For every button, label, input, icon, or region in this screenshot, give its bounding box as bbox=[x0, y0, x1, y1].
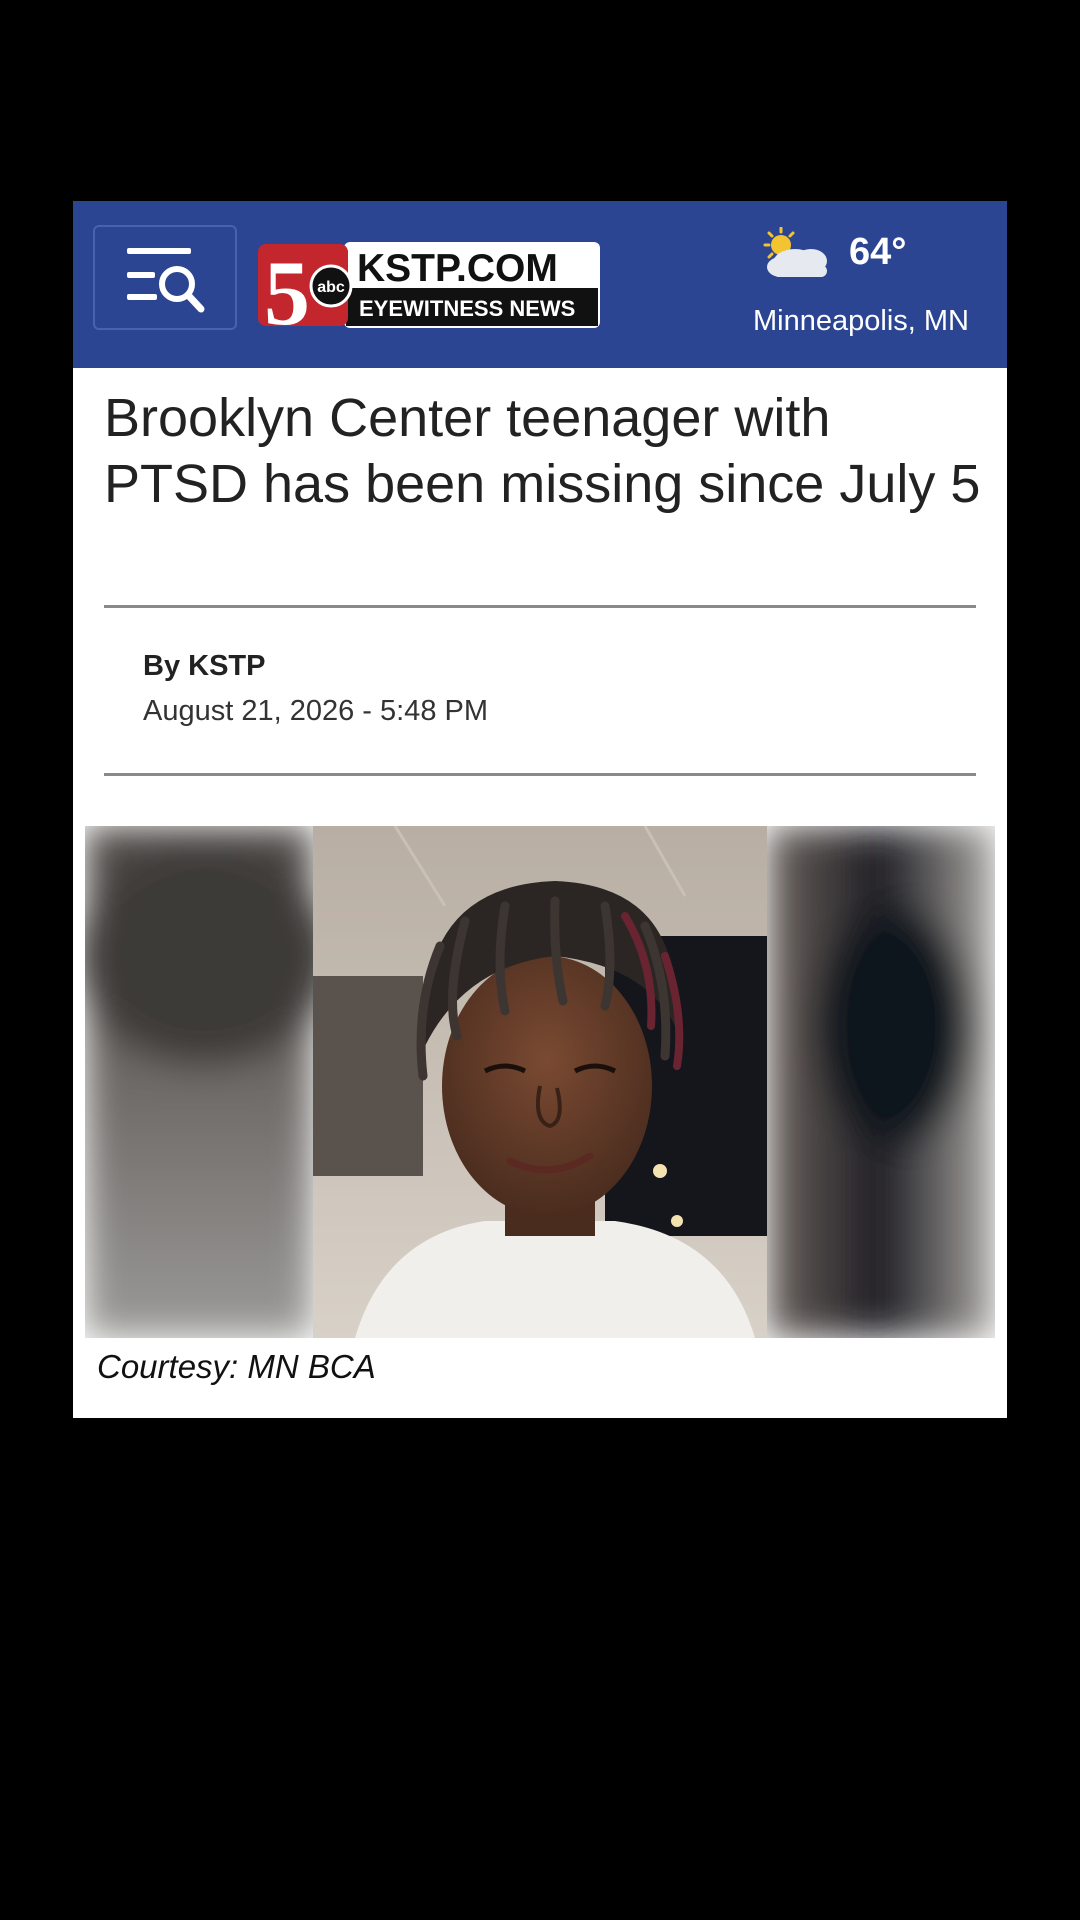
temperature: 64° bbox=[849, 231, 907, 273]
weather-widget[interactable]: 64° Minneapolis, MN bbox=[669, 227, 969, 347]
site-header: 5 abc KSTP.COM EYEWITNESS NEWS 64° Minne… bbox=[73, 201, 1007, 368]
article-card: 5 abc KSTP.COM EYEWITNESS NEWS 64° Minne… bbox=[73, 201, 1007, 1418]
image-caption: Courtesy: MN BCA bbox=[97, 1348, 376, 1385]
divider bbox=[104, 773, 976, 776]
logo-tagline: EYEWITNESS NEWS bbox=[359, 296, 575, 321]
partly-cloudy-icon bbox=[763, 227, 827, 277]
teen-portrait-image bbox=[85, 826, 995, 1338]
logo-network: abc bbox=[317, 279, 345, 296]
search-menu-button[interactable] bbox=[93, 225, 237, 330]
article-byline: By KSTP bbox=[143, 650, 266, 682]
weather-location: Minneapolis, MN bbox=[753, 305, 969, 337]
search-menu-icon bbox=[127, 247, 205, 312]
logo-site: KSTP.COM bbox=[357, 247, 558, 290]
article-photo[interactable] bbox=[85, 826, 995, 1338]
logo-numeral: 5 bbox=[264, 242, 310, 330]
divider bbox=[104, 605, 976, 608]
article-date: August 21, 2026 - 5:48 PM bbox=[143, 695, 488, 727]
article-headline: Brooklyn Center teenager with PTSD has b… bbox=[104, 388, 981, 514]
kstp-logo[interactable]: 5 abc KSTP.COM EYEWITNESS NEWS bbox=[254, 240, 604, 330]
